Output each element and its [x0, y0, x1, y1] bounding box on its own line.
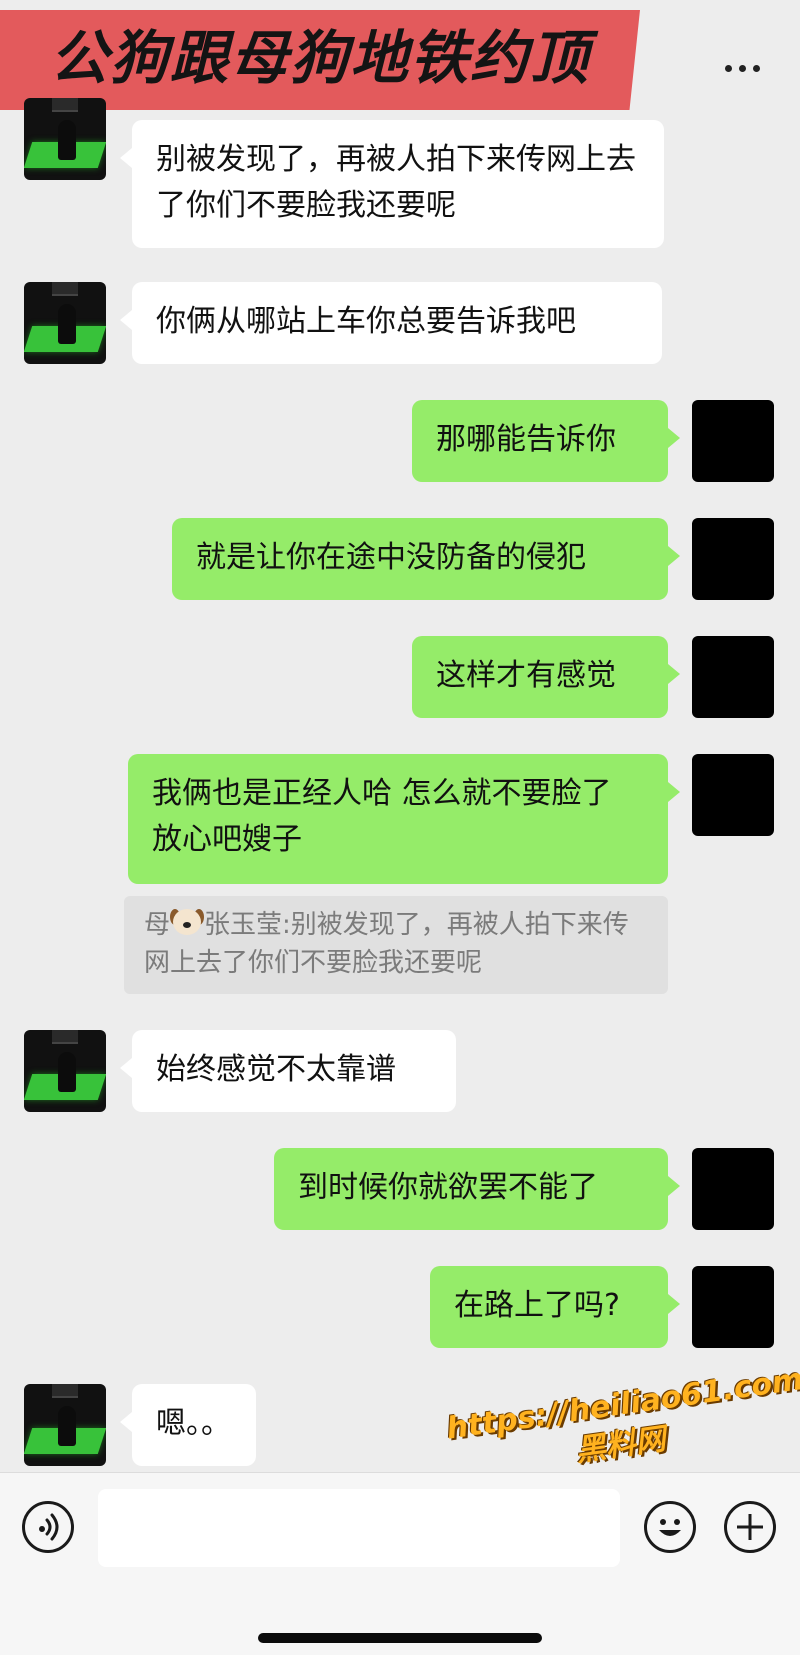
message-input[interactable] [98, 1489, 620, 1567]
message-bubble-outgoing[interactable]: 就是让你在途中没防备的侵犯 [172, 518, 680, 600]
message-bubble-outgoing[interactable]: 在路上了吗? [430, 1266, 680, 1348]
plus-button[interactable] [724, 1501, 776, 1553]
contact-avatar[interactable] [24, 282, 106, 364]
more-dots-icon [738, 64, 746, 72]
chat-input-bar [0, 1472, 800, 1655]
dog-face-icon [170, 907, 205, 937]
my-avatar[interactable] [692, 1148, 774, 1230]
message-bubble-outgoing[interactable]: 那哪能告诉你 [412, 400, 680, 482]
chat-header: 公狗跟母狗地铁约顶 [0, 0, 800, 110]
quote-sender-name: 张玉莹: [204, 910, 291, 940]
message-bubble-incoming[interactable]: 嗯。。 [120, 1384, 256, 1466]
more-options-button[interactable] [714, 48, 770, 88]
emoji-icon [659, 1519, 681, 1536]
my-avatar[interactable] [692, 518, 774, 600]
message-bubble-outgoing[interactable]: 这样才有感觉 [412, 636, 680, 718]
quoted-message[interactable]: 母张玉莹:别被发现了，再被人拍下来传网上去了你们不要脸我还要呢 [124, 896, 668, 994]
plus-icon [737, 1514, 763, 1540]
message-bubble-incoming[interactable]: 你俩从哪站上车你总要告诉我吧 [120, 282, 662, 364]
message-bubble-incoming[interactable]: 始终感觉不太靠谱 [120, 1030, 456, 1112]
my-avatar[interactable] [692, 636, 774, 718]
home-indicator [258, 1633, 542, 1643]
message-bubble-incoming[interactable]: 别被发现了，再被人拍下来传网上去了你们不要脸我还要呢 [120, 120, 664, 248]
emoji-button[interactable] [644, 1501, 696, 1553]
my-avatar[interactable] [692, 400, 774, 482]
voice-icon [39, 1513, 59, 1541]
chat-title: 公狗跟母狗地铁约顶 [49, 24, 590, 92]
contact-avatar[interactable] [24, 1030, 106, 1112]
my-avatar[interactable] [692, 1266, 774, 1348]
watermark: https://heiliao61.com 黑料网 [444, 1362, 800, 1490]
contact-avatar[interactable] [24, 1384, 106, 1466]
voice-button[interactable] [22, 1501, 74, 1553]
more-dots-icon [752, 64, 760, 72]
quote-sender-prefix: 母 [144, 910, 171, 940]
my-avatar[interactable] [692, 754, 774, 836]
message-bubble-outgoing[interactable]: 我俩也是正经人哈 怎么就不要脸了 放心吧嫂子 [128, 754, 680, 884]
message-bubble-outgoing[interactable]: 到时候你就欲罢不能了 [274, 1148, 680, 1230]
contact-avatar[interactable] [24, 98, 106, 180]
more-dots-icon [724, 64, 732, 72]
